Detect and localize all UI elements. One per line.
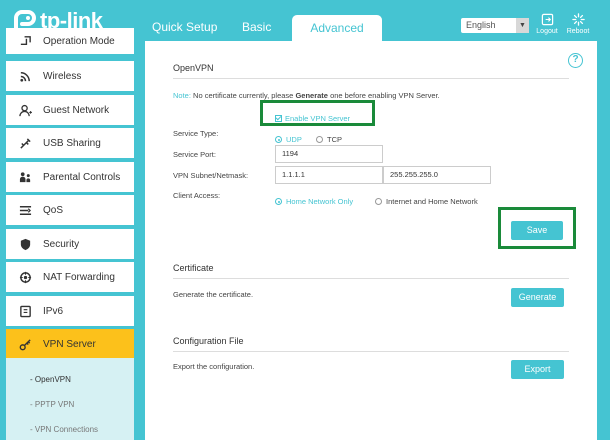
radio-selected-icon	[275, 136, 282, 143]
logout-icon	[541, 13, 553, 26]
export-button[interactable]: Export	[511, 360, 564, 379]
sidebar-item-vpn-server[interactable]: VPN Server	[6, 329, 134, 359]
wifi-icon	[17, 68, 33, 84]
sidebar-item-label: IPv6	[43, 305, 64, 317]
sidebar-item-guest-network[interactable]: Guest Network	[6, 95, 134, 125]
config-file-desc: Export the configuration.	[173, 362, 255, 371]
certificate-divider	[173, 278, 569, 279]
sidebar-item-label: QoS	[43, 204, 64, 216]
logout-button[interactable]: Logout	[533, 13, 561, 35]
tcp-label: TCP	[327, 135, 342, 144]
sidebar-item-label: NAT Forwarding	[43, 271, 115, 283]
chevron-down-icon: ▼	[516, 18, 529, 33]
shield-icon	[17, 236, 33, 252]
logout-label: Logout	[536, 28, 558, 35]
nat-icon	[17, 269, 33, 285]
reboot-icon	[571, 13, 585, 26]
sidebar-item-label: Wireless	[43, 70, 82, 82]
vpn-subnet-label: VPN Subnet/Netmask:	[173, 171, 249, 180]
vpn-netmask-input[interactable]: 255.255.255.0	[383, 166, 491, 184]
guest-user-icon	[17, 102, 33, 118]
family-icon	[17, 169, 33, 185]
radio-unselected-icon	[316, 136, 323, 143]
service-port-label: Service Port:	[173, 150, 216, 159]
note-text-post: one before enabling VPN Server.	[330, 91, 440, 100]
certificate-note: Note: No certificate currently, please G…	[173, 91, 440, 100]
client-access-home-only-radio[interactable]: Home Network Only	[275, 191, 353, 209]
vpn-key-icon	[17, 336, 33, 352]
qos-icon	[17, 202, 33, 218]
submenu-item-vpn-connections[interactable]: - VPN Connections	[30, 425, 98, 434]
config-file-divider	[173, 351, 569, 352]
usb-icon	[17, 135, 33, 151]
service-port-input[interactable]: 1194	[275, 145, 383, 163]
internet-home-network-label: Internet and Home Network	[386, 197, 478, 206]
sidebar-item-label: Guest Network	[43, 104, 110, 116]
sidebar-item-operation-mode[interactable]: Operation Mode	[6, 28, 134, 54]
sidebar-item-label: USB Sharing	[43, 137, 101, 149]
language-select[interactable]: English ▼	[461, 18, 529, 33]
save-highlight	[498, 207, 576, 249]
sidebar-item-ipv6[interactable]: IPv6	[6, 296, 134, 326]
note-text-pre: No certificate currently, please	[193, 91, 294, 100]
udp-label: UDP	[286, 135, 302, 144]
service-type-label: Service Type:	[173, 129, 219, 138]
tab-advanced[interactable]: Advanced	[292, 15, 382, 41]
submenu-item-pptp-vpn[interactable]: - PPTP VPN	[30, 400, 74, 409]
home-network-only-label: Home Network Only	[286, 197, 354, 206]
sidebar-item-security[interactable]: Security	[6, 229, 134, 259]
client-access-internet-home-radio[interactable]: Internet and Home Network	[375, 191, 478, 209]
help-icon[interactable]: ?	[568, 53, 583, 68]
reboot-button[interactable]: Reboot	[564, 13, 592, 35]
sidebar-item-label: VPN Server	[43, 338, 96, 350]
sidebar-item-usb-sharing[interactable]: USB Sharing	[6, 128, 134, 158]
radio-selected-icon	[275, 198, 282, 205]
client-access-label: Client Access:	[173, 191, 221, 200]
note-label: Note:	[173, 91, 191, 100]
sidebar-item-qos[interactable]: QoS	[6, 195, 134, 225]
sidebar-item-parental-controls[interactable]: Parental Controls	[6, 162, 134, 192]
certificate-desc: Generate the certificate.	[173, 290, 254, 299]
tab-basic[interactable]: Basic	[242, 20, 271, 34]
note-text-bold: Generate	[295, 91, 328, 100]
reboot-label: Reboot	[566, 28, 590, 35]
generate-button[interactable]: Generate	[511, 288, 564, 307]
sidebar-item-label: Parental Controls	[43, 171, 121, 183]
sidebar-item-nat-forwarding[interactable]: NAT Forwarding	[6, 262, 134, 292]
sidebar-item-wireless[interactable]: Wireless	[6, 61, 134, 91]
submenu-item-openvpn[interactable]: - OpenVPN	[30, 375, 71, 384]
ipv6-icon	[17, 303, 33, 319]
radio-unselected-icon	[375, 198, 382, 205]
certificate-title: Certificate	[173, 263, 214, 273]
tab-quick-setup[interactable]: Quick Setup	[152, 20, 217, 34]
vpn-subnet-input[interactable]: 1.1.1.1	[275, 166, 383, 184]
openvpn-divider	[173, 78, 569, 79]
main-panel: OpenVPN Note: No certificate currently, …	[145, 41, 597, 440]
openvpn-title: OpenVPN	[173, 63, 214, 73]
enable-vpn-highlight	[260, 100, 375, 126]
sidebar-item-label: Security	[43, 238, 80, 250]
config-file-title: Configuration File	[173, 336, 244, 346]
operation-mode-icon	[17, 33, 33, 49]
sidebar-item-label: Operation Mode	[43, 35, 115, 47]
language-value: English	[466, 20, 496, 30]
